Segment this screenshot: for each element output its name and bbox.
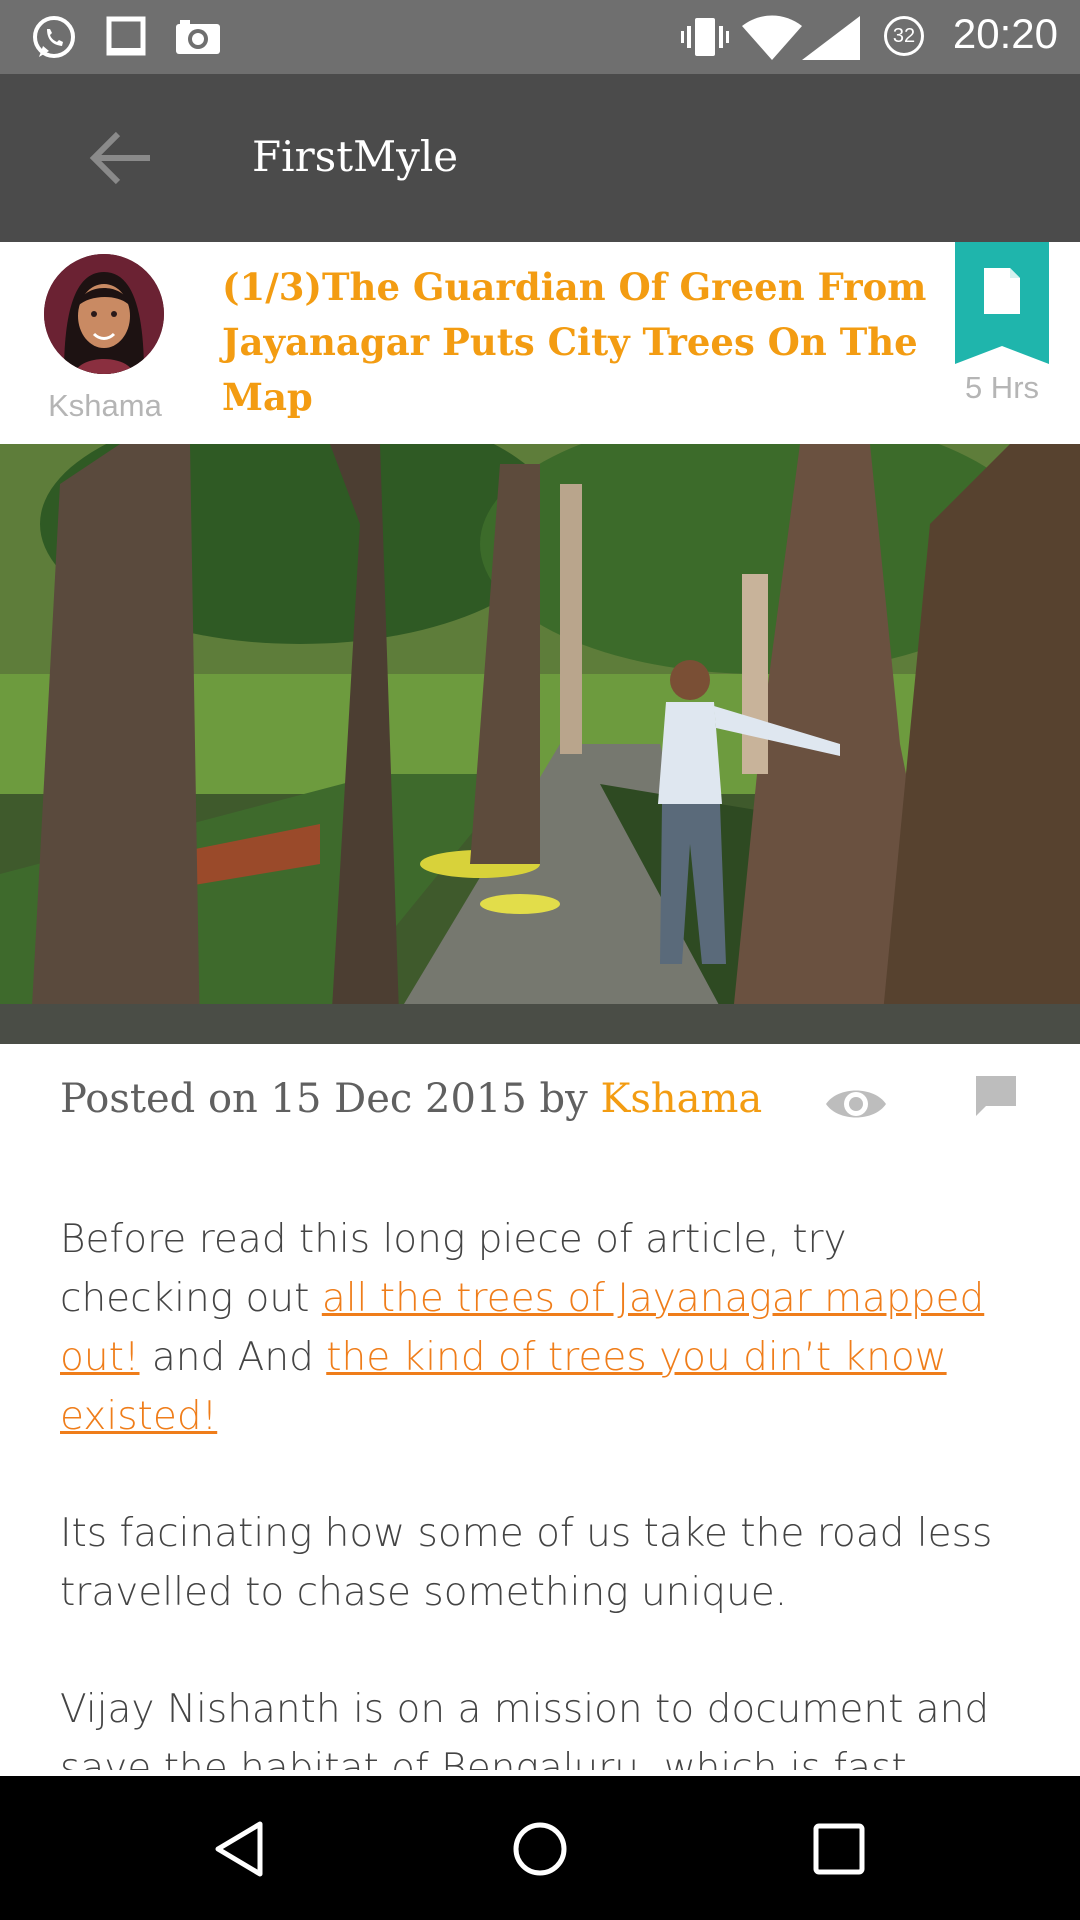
whatsapp-icon [33,16,75,58]
battery-level: 32 [892,25,916,47]
nav-home-icon[interactable] [509,1818,571,1880]
nav-back-icon[interactable] [210,1818,272,1880]
tablet-icon [106,16,146,56]
article-paragraph-2: Its facinating how some of us take the r… [60,1511,993,1615]
navigation-bar [0,1776,1080,1920]
article-paragraph-3: Vijay Nishanth is on a mission to docume… [60,1687,990,1770]
posted-on-text: Posted on 15 Dec 2015 by [60,1076,588,1122]
document-icon [984,268,1020,314]
hero-image [0,444,1080,1044]
eye-icon[interactable] [824,1082,888,1126]
status-bar: 32 20:20 [0,0,1080,74]
author-name[interactable]: Kshama [30,388,180,424]
arrow-left-icon[interactable] [88,130,152,186]
article-body: Before read this long piece of article, … [60,1210,1030,1770]
signal-icon [802,16,860,60]
post-header: Kshama (1/3)The Guardian Of Green From J… [0,242,1080,444]
wifi-icon [742,15,802,60]
comment-icon[interactable] [972,1072,1020,1120]
camera-icon [176,20,220,54]
battery-icon: 32 [884,16,924,56]
avatar[interactable] [44,254,164,374]
post-age: 5 Hrs [964,370,1040,405]
post-title[interactable]: (1/3)The Guardian Of Green From Jayanaga… [222,260,942,425]
app-bar: FirstMyle [0,74,1080,242]
nav-recents-icon[interactable] [808,1818,870,1880]
meta-author-link[interactable]: Kshama [600,1076,762,1122]
article-paragraph-1: Before read this long piece of article, … [60,1217,985,1439]
post-type-badge [955,242,1049,364]
status-time: 20:20 [952,10,1058,57]
post-meta: Posted on 15 Dec 2015 by Kshama [60,1076,762,1122]
app-title: FirstMyle [252,132,459,181]
vibrate-icon [681,18,729,56]
